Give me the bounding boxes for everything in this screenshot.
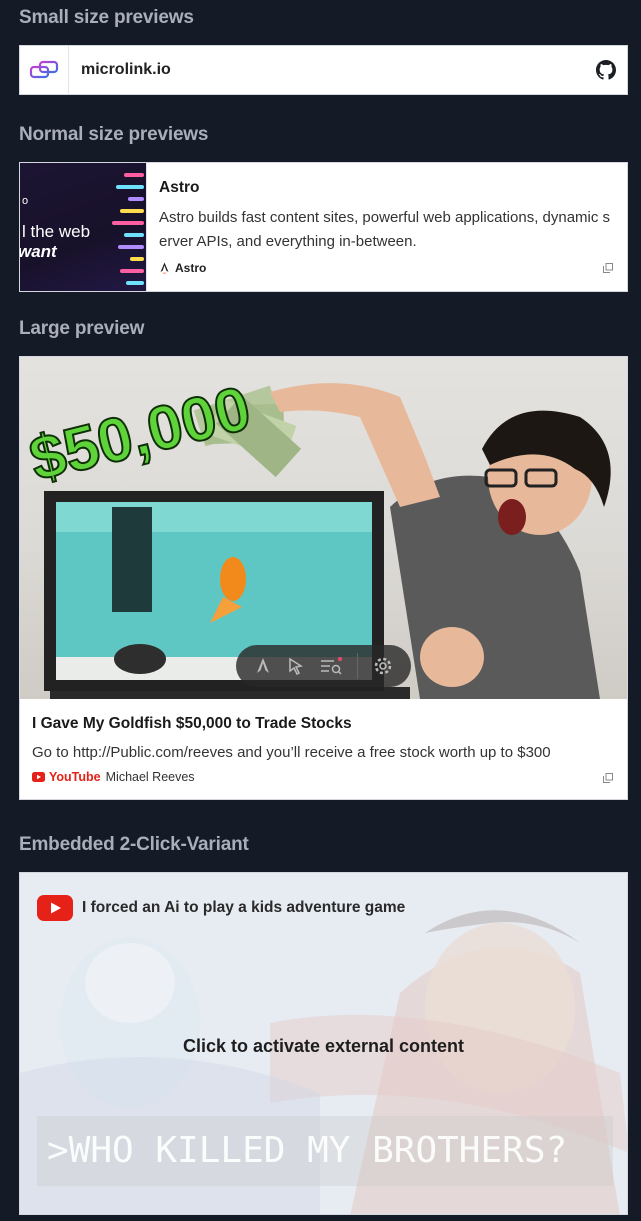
embed-card[interactable]: I forced an Ai to play a kids adventure … — [19, 872, 628, 1215]
overlay-toolbar — [236, 645, 411, 687]
astro-thumbnail: o l the web want — [20, 163, 147, 291]
normal-preview-body: Astro Astro builds fast content sites, p… — [147, 163, 627, 291]
small-previews-heading: Small size previews — [19, 7, 194, 28]
code-bar — [118, 245, 144, 249]
code-bar — [128, 197, 144, 201]
embed-header: I forced an Ai to play a kids adventure … — [37, 895, 405, 921]
normal-preview-card[interactable]: o l the web want Astro Astro builds fast… — [19, 162, 628, 292]
embed-heading: Embedded 2-Click-Variant — [19, 834, 249, 855]
code-bar — [120, 269, 144, 273]
activate-content-button[interactable]: Click to activate external content — [20, 1036, 627, 1057]
large-preview-card[interactable]: $50,000 I Gave My Goldfish $50,000 to Tr… — [19, 356, 628, 800]
large-preview-description: Go to http://Public.com/reeves and you’l… — [32, 744, 551, 761]
code-bar — [116, 185, 144, 189]
external-link-icon[interactable] — [603, 773, 613, 783]
large-preview-heading: Large preview — [19, 318, 145, 339]
video-author: Michael Reeves — [105, 770, 195, 784]
astro-toolbar-icon[interactable] — [254, 657, 272, 675]
normal-preview-publisher: Astro — [159, 261, 206, 275]
external-link-icon[interactable] — [603, 263, 613, 273]
small-preview-card[interactable]: microlink.io — [19, 45, 628, 95]
normal-previews-heading: Normal size previews — [19, 124, 209, 145]
embed-video-caption: >WHO KILLED MY BROTHERS? — [37, 1116, 613, 1186]
settings-gear-icon[interactable] — [373, 656, 393, 676]
money-text: $50,000 — [23, 374, 257, 495]
youtube-label: YouTube — [49, 770, 101, 784]
small-preview-title: microlink.io — [81, 61, 171, 78]
large-preview-publisher: YouTube Michael Reeves — [32, 770, 195, 784]
youtube-play-icon — [37, 895, 73, 921]
toolbar-divider — [357, 653, 359, 679]
code-bar — [130, 257, 144, 261]
embed-video-title: I forced an Ai to play a kids adventure … — [82, 899, 406, 916]
normal-preview-description: Astro builds fast content sites, powerfu… — [159, 209, 611, 250]
normal-preview-title: Astro — [159, 179, 200, 196]
astro-logo-icon — [160, 262, 169, 274]
thumb-text-1: l the web — [22, 222, 91, 241]
thumb-text-2: want — [20, 242, 57, 261]
code-bar — [124, 173, 144, 177]
thumb-text-0: o — [22, 195, 29, 207]
github-icon[interactable] — [596, 60, 616, 80]
cursor-inspect-icon[interactable] — [287, 657, 305, 675]
microlink-logo-icon — [20, 46, 69, 94]
audit-icon[interactable] — [320, 657, 342, 675]
code-bar — [112, 221, 144, 225]
youtube-logo-icon — [32, 772, 45, 782]
code-bar — [124, 233, 144, 237]
code-bar — [120, 209, 144, 213]
large-preview-title: I Gave My Goldfish $50,000 to Trade Stoc… — [32, 715, 352, 732]
normal-preview-publisher-name: Astro — [175, 261, 207, 275]
code-bar — [126, 281, 144, 285]
video-thumbnail: $50,000 — [20, 357, 627, 699]
